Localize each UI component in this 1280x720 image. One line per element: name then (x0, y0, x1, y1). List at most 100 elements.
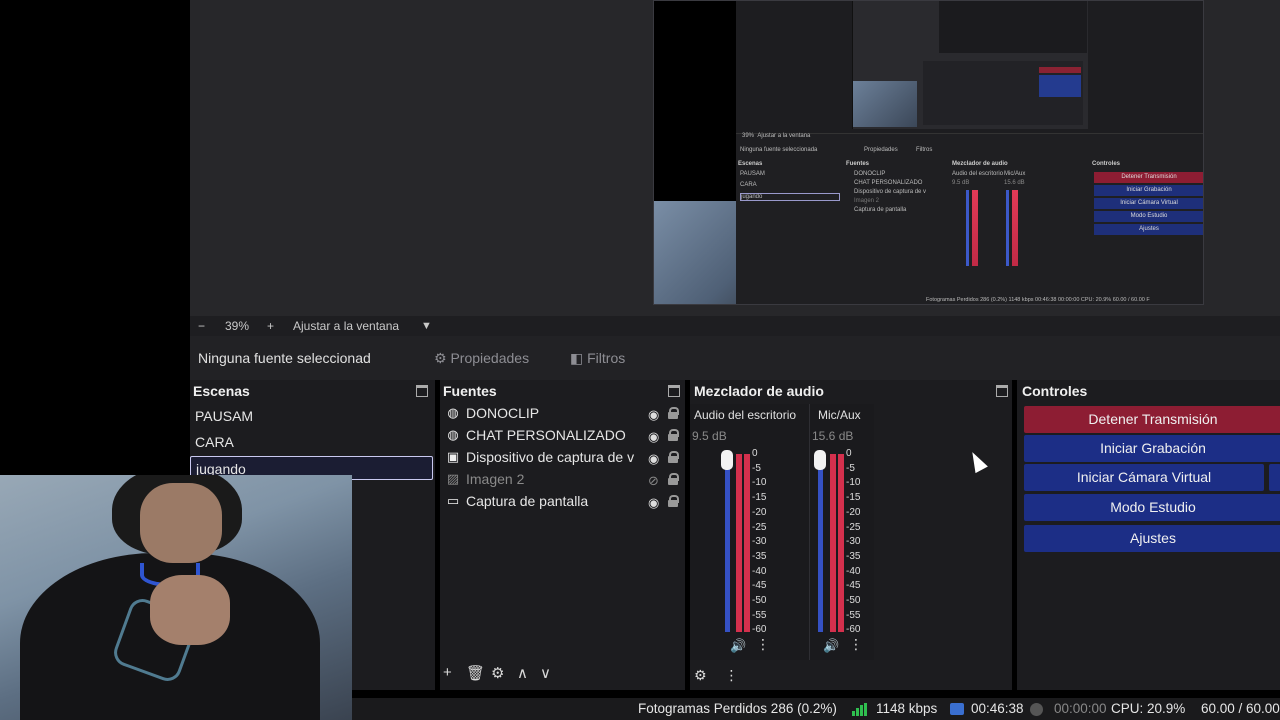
nested-filters: Filtros (916, 147, 933, 153)
virtual-camera-settings-button[interactable] (1269, 464, 1280, 491)
meter-tick-label: -25 (752, 521, 767, 533)
speaker-icon[interactable]: 🔊 (823, 638, 839, 654)
trash-icon[interactable]: 🗑 (466, 664, 485, 682)
nested-controls-title: Controles (1092, 161, 1121, 167)
move-up-icon[interactable]: ∧ (517, 664, 528, 682)
nested-control-button: Iniciar Grabación (1094, 185, 1203, 196)
nested-properties: Propiedades (864, 147, 898, 153)
meter-tick-label: -55 (752, 609, 767, 621)
scenes-title: Escenas (193, 383, 250, 399)
fit-to-window[interactable]: Ajustar a la ventana (293, 319, 399, 333)
add-source-button[interactable]: + (443, 664, 452, 681)
nested-black-region (654, 1, 736, 201)
nested-control-button: Detener Transmisión (1094, 172, 1203, 183)
source-item-chat[interactable]: ◍ CHAT PERSONALIZADO ◉ (444, 424, 680, 446)
stop-streaming-button[interactable]: Detener Transmisión (1024, 406, 1280, 433)
scene-item-cara[interactable]: CARA (190, 430, 433, 454)
meter-tick-label: -10 (846, 477, 861, 489)
controls-title: Controles (1022, 383, 1088, 399)
start-virtual-camera-button[interactable]: Iniciar Cámara Virtual (1024, 464, 1264, 491)
eye-icon[interactable]: ◉ (648, 426, 659, 448)
eye-icon[interactable]: ◉ (648, 492, 659, 514)
volume-slider-handle[interactable] (721, 450, 733, 470)
undock-icon[interactable] (416, 385, 428, 397)
meter-tick-label: 0 (752, 448, 758, 459)
source-item-image[interactable]: ▨ Imagen 2 ⊘ (444, 468, 680, 490)
eye-icon[interactable]: ◉ (648, 404, 659, 426)
filters-button[interactable]: ◧ Filtros (562, 345, 633, 371)
sources-dock: Fuentes ◍ DONOCLIP ◉ ◍ CHAT PERSONALIZAD… (440, 380, 685, 690)
studio-mode-button[interactable]: Modo Estudio (1024, 494, 1280, 521)
bitrate: 1148 kbps (876, 701, 938, 716)
scene-item-pausam[interactable]: PAUSAM (190, 404, 433, 428)
meter-tick-label: -55 (846, 609, 861, 621)
channel-menu-icon[interactable]: ⋮ (849, 636, 863, 653)
level-meter (736, 454, 742, 632)
meter-tick-label: 0 (846, 448, 852, 459)
gear-icon[interactable]: ⚙ (694, 667, 707, 683)
nested-status-bar: Fotogramas Perdidos 286 (0.2%) 1148 kbps… (926, 297, 1150, 303)
zoom-out-button[interactable]: − (198, 319, 205, 333)
properties-button[interactable]: ⚙ Propiedades (426, 345, 537, 371)
source-label: Dispositivo de captura de v (466, 449, 635, 465)
globe-icon: ◍ (447, 405, 459, 420)
eye-icon[interactable]: ◉ (648, 448, 659, 470)
nested-channel: Audio del escritorio (952, 171, 1004, 177)
start-recording-button[interactable]: Iniciar Grabación (1024, 435, 1280, 462)
meter-tick-label: -15 (846, 492, 861, 504)
nested-meter (1012, 190, 1018, 266)
filters-label: Filtros (587, 350, 626, 366)
nested-zoom: 39% Ajustar a la ventana (742, 133, 811, 139)
eye-off-icon[interactable]: ⊘ (648, 470, 659, 492)
nested-meter (1006, 190, 1009, 266)
zoom-dropdown-icon[interactable]: ▼ (421, 320, 432, 332)
audio-mixer-dock: Mezclador de audio Audio del escritorio … (690, 380, 1012, 690)
move-down-icon[interactable]: ∨ (540, 664, 551, 682)
undock-icon[interactable] (668, 385, 680, 397)
source-item-capture-device[interactable]: ▣ Dispositivo de captura de v ◉ (444, 446, 680, 468)
speaker-icon[interactable]: 🔊 (730, 638, 746, 654)
webcam-hand (150, 575, 230, 645)
settings-button[interactable]: Ajustes (1024, 525, 1280, 552)
mixer-toolbar: ⚙ ⋮ (694, 667, 738, 684)
lock-icon[interactable] (668, 429, 679, 441)
nested-channel: Mic/Aux (1004, 171, 1026, 177)
nested-scene: CARA (740, 182, 757, 188)
undock-icon[interactable] (996, 385, 1008, 397)
nested-inner-webcam (853, 81, 917, 127)
channel-menu-icon[interactable]: ⋮ (756, 636, 770, 653)
lock-icon[interactable] (668, 473, 679, 485)
lock-icon[interactable] (668, 495, 679, 507)
nested-source: CHAT PERSONALIZADO (854, 180, 923, 186)
meter-tick-label: -60 (752, 624, 767, 636)
channel-divider (809, 404, 810, 660)
nested-source: DONOCLIP (854, 171, 886, 177)
preview-area[interactable]: 39% Ajustar a la ventana Ninguna fuente … (190, 0, 1280, 316)
nested-control-button: Ajustes (1094, 224, 1203, 235)
source-item-donoclip[interactable]: ◍ DONOCLIP ◉ (444, 402, 680, 424)
meter-tick-label: -45 (846, 580, 861, 592)
nested-inner-stop-button (1039, 67, 1081, 73)
lock-icon[interactable] (668, 407, 679, 419)
preview-canvas[interactable]: 39% Ajustar a la ventana Ninguna fuente … (653, 0, 1204, 305)
source-label: DONOCLIP (466, 405, 540, 421)
gear-icon[interactable]: ⚙ (491, 664, 504, 682)
volume-slider-track[interactable] (725, 454, 730, 632)
lock-icon[interactable] (668, 451, 679, 463)
globe-icon: ◍ (447, 427, 459, 442)
mixer-menu-icon[interactable]: ⋮ (724, 667, 738, 683)
volume-slider-track[interactable] (818, 454, 823, 632)
nested-mixer-title: Mezclador de audio (952, 161, 1008, 167)
properties-label: Propiedades (450, 350, 530, 366)
monitor-icon: ▭ (446, 493, 460, 508)
recording-time: 00:00:00 (1054, 701, 1107, 716)
channel-db-mic: 15.6 dB (812, 429, 854, 443)
zoom-in-button[interactable]: + (267, 319, 274, 333)
source-item-screen-capture[interactable]: ▭ Captura de pantalla ◉ (444, 490, 680, 512)
black-region (0, 0, 190, 475)
nested-scene: PAUSAM (740, 171, 765, 177)
volume-slider-handle[interactable] (814, 450, 826, 470)
level-meter (744, 454, 750, 632)
zoom-value: 39% (225, 319, 250, 333)
cpu-usage: CPU: 20.9% (1111, 701, 1186, 716)
